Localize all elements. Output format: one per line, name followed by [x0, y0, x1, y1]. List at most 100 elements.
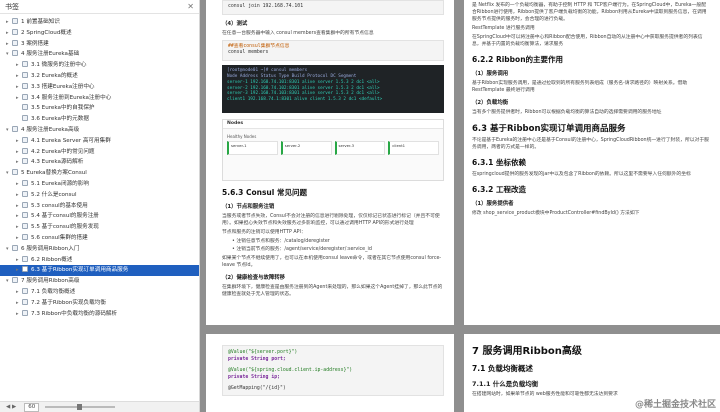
- bookmark-label: 3.3 搭建Eureka注册中心: [31, 83, 95, 90]
- subsection-heading: 7.1.1 什么是负载均衡: [472, 380, 539, 388]
- bookmark-label: 5 Eureka替换方案Consul: [21, 170, 87, 177]
- bullet-text: 注销当前节点的服务：/agent/service/deregister/:ser…: [236, 246, 372, 252]
- code-line: @Value("${server.port}"): [228, 350, 298, 355]
- bookmark-item[interactable]: ▸ 4.3 Eureka源码解析: [0, 157, 199, 168]
- zoom-slider[interactable]: [45, 404, 116, 410]
- paragraph: 在springcloud提供的服务发现的jar中以及包含了Ribbon的依赖。所…: [472, 172, 691, 177]
- bookmark-icon: [12, 244, 18, 251]
- bookmark-label: 5.5 基于consul的服务发现: [31, 224, 99, 231]
- bookmark-label: 5.3 consul的基本使用: [31, 202, 88, 209]
- bookmark-label: 3.2 Eureka的概述: [31, 72, 78, 79]
- bookmark-label: 3.1 微服务的注册中心: [31, 62, 87, 69]
- bookmark-label: 6.2 Ribbon概述: [31, 256, 73, 263]
- document-page-4: 7 服务调用Ribbon高级 7.1 负载均衡概述 7.1.1 什么是负载均衡 …: [464, 334, 720, 412]
- bookmark-icon: [22, 61, 28, 68]
- bookmark-label: 5.2 什么是consul: [31, 191, 77, 198]
- bookmark-item[interactable]: ▾ 4 服务注册Eureka高级: [0, 125, 199, 136]
- zoom-slider-knob[interactable]: [77, 404, 83, 410]
- bookmark-icon: [22, 298, 28, 305]
- bookmark-item[interactable]: ▸ 3.3 搭建Eureka注册中心: [0, 82, 199, 93]
- subsection-heading: （2）健康检查与故障转移: [222, 274, 286, 281]
- bookmark-icon: [12, 18, 18, 24]
- page-nav-arrows[interactable]: ◀ ▶: [6, 404, 16, 410]
- bookmark-icon: [12, 50, 18, 57]
- bookmark-item[interactable]: ▾ 5 Eureka替换方案Consul: [0, 168, 199, 179]
- bookmark-label: 7.3 Ribbon中负载均衡的源码解析: [31, 310, 118, 317]
- bookmark-item[interactable]: ▸ 5.3 consul的基本使用: [0, 201, 199, 212]
- bookmark-icon: [22, 82, 28, 89]
- terminal-output: [root@node01 ~]# consul members Node Add…: [222, 64, 444, 113]
- bookmark-item[interactable]: ▸ 7.2 基于Ribbon实现负载均衡: [0, 298, 199, 309]
- bookmark-icon: [22, 147, 28, 154]
- bookmark-item[interactable]: ▸ 1 前置基础知识: [0, 17, 199, 28]
- bookmark-item[interactable]: ▸ 3.1 微服务的注册中心: [0, 60, 199, 71]
- bookmark-label: 7.1 负载均衡概述: [31, 288, 76, 295]
- bookmark-icon: [12, 169, 18, 176]
- paragraph: RestTemplate 进行服务调用: [472, 26, 535, 31]
- bookmark-item[interactable]: ▸ 3.4 服务注册到Eureka注册中心: [0, 93, 199, 104]
- paragraph: 当服务或者节点失效，Consul不会对注册的信息进行剔除处理，仅仅标记已状态进行…: [222, 213, 440, 226]
- bookmark-label: 7.2 基于Ribbon实现负载均衡: [31, 299, 106, 306]
- terminal-row: client1 192.168.74.1:8301 alive client 1…: [227, 97, 383, 103]
- bookmark-item[interactable]: ▸ 3.2 Eureka的概述: [0, 71, 199, 82]
- bookmark-item[interactable]: ▸ 4.2 Eureka中的常见问题: [0, 147, 199, 158]
- subsection-heading: （2）负载均衡: [472, 100, 509, 106]
- bookmark-item[interactable]: ▸ 3 案例搭建: [0, 39, 199, 50]
- paragraph: 不论是基于Eureka的注册中心还是基于Consul的注册中心，SpringCl…: [472, 138, 709, 150]
- bookmark-icon: [12, 28, 18, 35]
- bookmark-icon: [22, 136, 28, 143]
- bookmark-item[interactable]: ▸ 4.1 Eureka Server 高可用集群: [0, 136, 199, 147]
- bookmark-item[interactable]: 3.6 Eureka中的元数据: [0, 114, 199, 125]
- bookmark-item[interactable]: ▸ 5.5 基于consul的服务发现: [0, 222, 199, 233]
- bookmark-item[interactable]: ▾ 4 服务注册Eureka基础: [0, 49, 199, 60]
- section-heading: 6.3.1 坐标依赖: [472, 158, 526, 167]
- bookmark-icon: [22, 212, 28, 219]
- bookmark-item[interactable]: 3.5 Eureka中的自我保护: [0, 103, 199, 114]
- bookmark-label: 1 前置基础知识: [21, 19, 60, 25]
- bookmark-label: 5.4 基于consul的服务注册: [31, 213, 99, 220]
- paragraph: 是 Netflix 发布的一个负载均衡器，有助于控制 HTTP 和 TCP客户端…: [472, 3, 707, 22]
- bookmark-item[interactable]: ▸ 5.2 什么是consul: [0, 190, 199, 201]
- paragraph: 当有多个服务提供者时，Ribbon可以根据负载均衡的算法自动的选择需要调用的服务…: [472, 110, 662, 115]
- code-line: private String port;: [228, 357, 286, 363]
- code-line: @GetMapping("/{id}"): [228, 385, 286, 391]
- bookmark-label: 5.1 Eureka闭源的影响: [31, 180, 89, 187]
- bookmark-icon: [22, 71, 28, 78]
- healthy-nodes-label: Healthy Nodes: [227, 133, 257, 139]
- node-card: server-3: [334, 140, 386, 155]
- bookmark-item[interactable]: ▾ 7 服务调用Ribbon高级: [0, 276, 199, 287]
- bookmark-icon: [22, 190, 28, 197]
- zoom-field[interactable]: 60: [24, 402, 40, 412]
- bookmark-item[interactable]: ▸ 7.1 负载均衡概述: [0, 287, 199, 298]
- document-page-2: @Value("${server.port}") private String …: [206, 334, 454, 412]
- bookmark-item[interactable]: ▸ 5.1 Eureka闭源的影响: [0, 179, 199, 190]
- node-card: server-1: [227, 140, 278, 155]
- bullet-text: 注销任意节点和服务：/catalog/deregister: [236, 238, 330, 244]
- paragraph: 在集群环境下，健康检查是由服务注册到的Agent来处理的，那么如果这个Agent…: [222, 284, 443, 297]
- bookmark-label: 3 案例搭建: [21, 40, 49, 47]
- paragraph: 基于Ribbon实现服务调用，是通过拉取到的所有服务列表组成（服务名-请求路径的…: [472, 81, 688, 93]
- bookmark-label: 5.6 consul集群的搭建: [31, 234, 88, 241]
- code-line: consul members: [228, 50, 269, 56]
- code-block: consul join 192.168.74.101: [222, 0, 444, 15]
- bookmark-item[interactable]: ▸ 6.2 Ribbon概述: [0, 255, 199, 266]
- sidebar-header: 书签 ✕: [0, 0, 199, 14]
- bookmark-item[interactable]: ▸ 2 SpringCloud概述: [0, 28, 199, 39]
- node-card: client1: [388, 140, 439, 155]
- bookmark-sidebar: 书签 ✕ ▸ 1 前置基础知识 ▸ 2 SpringCloud概述 ▸ 3 案例搭建 ▾ 4 …: [0, 0, 200, 412]
- bookmark-item[interactable]: ▾ 6 服务调用Ribbon入门: [0, 244, 199, 255]
- close-icon[interactable]: ✕: [187, 2, 194, 11]
- document-page-3: 是 Netflix 发布的一个负载均衡器，有助于控制 HTTP 和 TCP客户端…: [464, 0, 720, 325]
- bookmark-item[interactable]: ▸ 5.4 基于consul的服务注册: [0, 211, 199, 222]
- bookmark-item[interactable]: ▸ 6.3 基于Ribbon实现订单调用商品服务: [0, 265, 199, 277]
- code-block: @Value("${server.port}") private String …: [222, 345, 444, 397]
- paragraph: 在SpringCloud中可以将注册中心和Ribbon配合使用，Ribbon自动…: [472, 35, 703, 47]
- bookmark-label: 4.2 Eureka中的常见问题: [31, 148, 95, 155]
- subsection-heading: （1）节点和服务注销: [222, 203, 275, 210]
- bullet-item: • 注销任意节点和服务：/catalog/deregister: [232, 238, 330, 244]
- bookmark-icon: [22, 266, 28, 273]
- bookmark-item[interactable]: ▸ 5.6 consul集群的搭建: [0, 233, 199, 244]
- bullet-item: • 注销当前节点的服务：/agent/service/deregister/:s…: [232, 246, 372, 252]
- bookmark-item[interactable]: ▸ 7.3 Ribbon中负载均衡的源码解析: [0, 309, 199, 320]
- bookmark-label: 4.1 Eureka Server 高可用集群: [31, 137, 111, 144]
